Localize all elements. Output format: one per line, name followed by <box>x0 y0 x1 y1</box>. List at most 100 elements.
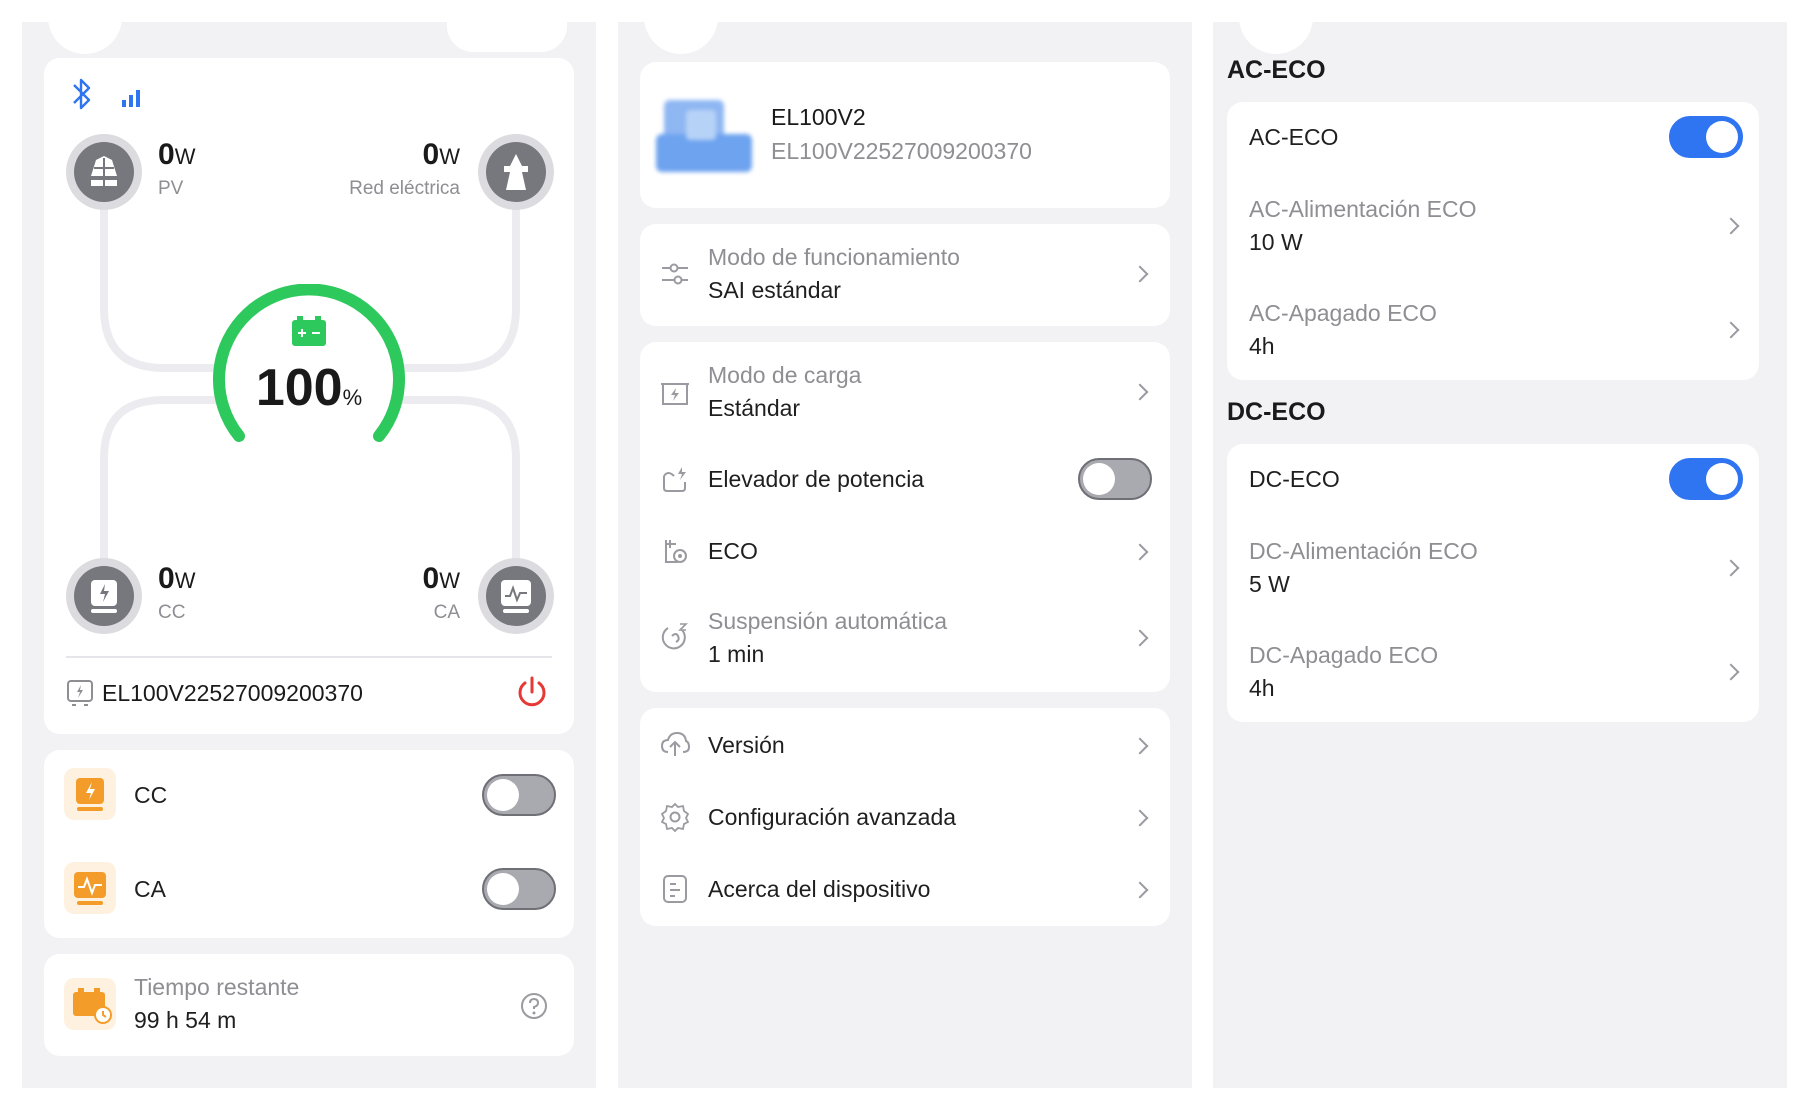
solar-panel-icon <box>66 134 142 210</box>
ac-label: CA <box>433 602 460 623</box>
grid-watt: 0W <box>422 138 460 171</box>
ac-eco-power-value: 10 W <box>1249 229 1303 255</box>
ac-eco-card: AC-ECO AC-Alimentación ECO 10 W AC-Apaga… <box>1227 102 1759 380</box>
power-boost-toggle[interactable] <box>1078 458 1152 500</box>
remaining-label: Tiempo restante <box>134 974 300 1000</box>
power-boost-row: Elevador de potencia <box>640 444 1170 516</box>
help-icon[interactable] <box>520 992 548 1020</box>
chevron-right-icon <box>1131 543 1149 561</box>
battery-clock-icon <box>64 978 116 1030</box>
version-label: Versión <box>708 732 785 758</box>
ac-icon <box>64 862 116 914</box>
remaining-time-card: Tiempo restante 99 h 54 m <box>44 954 574 1056</box>
settings-card: Modo de carga Estándar Elevador de poten… <box>640 342 1170 692</box>
sliders-icon <box>662 263 688 285</box>
work-mode-card[interactable]: Modo de funcionamiento SAI estándar <box>640 224 1170 326</box>
energy-flow-card: 0W PV 0W Red eléctrica 100% 0W CC 0W CA … <box>44 58 574 734</box>
dc-eco-label: DC-ECO <box>1249 466 1340 492</box>
battery-icon <box>292 320 326 346</box>
advanced-settings-label: Configuración avanzada <box>708 804 957 830</box>
work-mode-value: SAI estándar <box>708 277 841 303</box>
about-device-label: Acerca del dispositivo <box>708 876 931 902</box>
chevron-right-icon <box>1131 265 1149 283</box>
sleep-icon <box>661 623 688 650</box>
output-ac-toggle[interactable] <box>482 868 556 910</box>
dc-eco-off-value: 4h <box>1249 675 1275 701</box>
device-model: EL100V2 <box>771 104 866 130</box>
info-icon <box>663 875 687 903</box>
chevron-right-icon <box>1131 737 1149 755</box>
charge-mode-row[interactable]: Modo de carga Estándar <box>640 342 1170 444</box>
chevron-right-icon <box>1131 881 1149 899</box>
dc-icon <box>64 768 116 820</box>
boost-icon <box>663 467 686 492</box>
power-tower-icon <box>478 134 554 210</box>
chevron-right-icon <box>1722 321 1740 339</box>
grid-label: Red eléctrica <box>349 178 460 199</box>
divider <box>66 656 552 658</box>
ac-eco-power-row[interactable]: AC-Alimentación ECO 10 W <box>1227 174 1759 278</box>
eco-settings-panel: AC-ECO AC-ECO AC-Alimentación ECO 10 W A… <box>1213 22 1787 1088</box>
dc-eco-power-value: 5 W <box>1249 571 1290 597</box>
dc-eco-card: DC-ECO DC-Alimentación ECO 5 W DC-Apagad… <box>1227 444 1759 722</box>
battery-percent: 100% <box>255 359 363 417</box>
ac-eco-label: AC-ECO <box>1249 124 1339 150</box>
dc-eco-toggle[interactable] <box>1669 458 1743 500</box>
dc-watt: 0W <box>158 562 196 595</box>
gear-icon <box>660 802 690 832</box>
auto-sleep-row[interactable]: Suspensión automática 1 min <box>640 588 1170 690</box>
upload-icon <box>660 731 690 756</box>
info-card: Versión Configuración avanzada Acerca de… <box>640 708 1170 926</box>
advanced-settings-row[interactable]: Configuración avanzada <box>640 780 1170 852</box>
work-mode-label: Modo de funcionamiento <box>708 244 960 270</box>
dc-eco-off-label: DC-Apagado ECO <box>1249 642 1439 668</box>
eco-icon <box>665 540 687 563</box>
pv-watt: 0W <box>158 138 196 171</box>
back-nub[interactable] <box>48 22 122 54</box>
chevron-right-icon <box>1722 559 1740 577</box>
auto-sleep-label: Suspensión automática <box>708 608 948 634</box>
dc-label: CC <box>158 602 186 623</box>
charge-mode-value: Estándar <box>708 395 801 421</box>
ac-eco-off-value: 4h <box>1249 333 1275 359</box>
dashboard-panel: 0W PV 0W Red eléctrica 100% 0W CC 0W CA … <box>22 22 596 1088</box>
charging-icon <box>661 383 689 405</box>
chevron-right-icon <box>1131 383 1149 401</box>
ac-eco-power-label: AC-Alimentación ECO <box>1249 196 1477 222</box>
dc-eco-power-label: DC-Alimentación ECO <box>1249 538 1478 564</box>
menu-nub[interactable] <box>447 22 567 52</box>
device-settings-panel: EL100V2 EL100V22527009200370 Modo de fun… <box>618 22 1192 1088</box>
device-serial: EL100V22527009200370 <box>102 680 363 706</box>
ac-eco-off-label: AC-Apagado ECO <box>1249 300 1437 326</box>
ac-eco-off-row[interactable]: AC-Apagado ECO 4h <box>1227 278 1759 380</box>
device-header-card[interactable]: EL100V2 EL100V22527009200370 <box>640 62 1170 208</box>
charge-mode-label: Modo de carga <box>708 362 862 388</box>
output-dc-toggle[interactable] <box>482 774 556 816</box>
ac-output-icon <box>478 558 554 634</box>
dc-eco-power-row[interactable]: DC-Alimentación ECO 5 W <box>1227 516 1759 620</box>
output-dc-label: CC <box>134 782 168 808</box>
dc-eco-section-title: DC-ECO <box>1227 398 1326 426</box>
power-button-icon[interactable] <box>514 674 550 710</box>
pv-label: PV <box>158 178 184 199</box>
output-ac-label: CA <box>134 876 166 902</box>
power-boost-label: Elevador de potencia <box>708 466 925 492</box>
ac-eco-section-title: AC-ECO <box>1227 56 1326 84</box>
chevron-right-icon <box>1722 663 1740 681</box>
ac-eco-toggle[interactable] <box>1669 116 1743 158</box>
device-icon <box>67 680 93 706</box>
about-device-row[interactable]: Acerca del dispositivo <box>640 852 1170 924</box>
auto-sleep-value: 1 min <box>708 641 765 667</box>
back-nub[interactable] <box>1239 22 1313 54</box>
dc-eco-off-row[interactable]: DC-Apagado ECO 4h <box>1227 620 1759 722</box>
ac-watt: 0W <box>422 562 460 595</box>
device-serial-number: EL100V22527009200370 <box>771 138 1032 164</box>
remaining-value: 99 h 54 m <box>134 1007 237 1033</box>
eco-row[interactable]: ECO <box>640 516 1170 588</box>
outputs-card: CC CA <box>44 750 574 938</box>
chevron-right-icon <box>1131 809 1149 827</box>
dc-output-icon <box>66 558 142 634</box>
back-nub[interactable] <box>644 22 718 54</box>
chevron-right-icon <box>1131 629 1149 647</box>
version-row[interactable]: Versión <box>640 708 1170 780</box>
